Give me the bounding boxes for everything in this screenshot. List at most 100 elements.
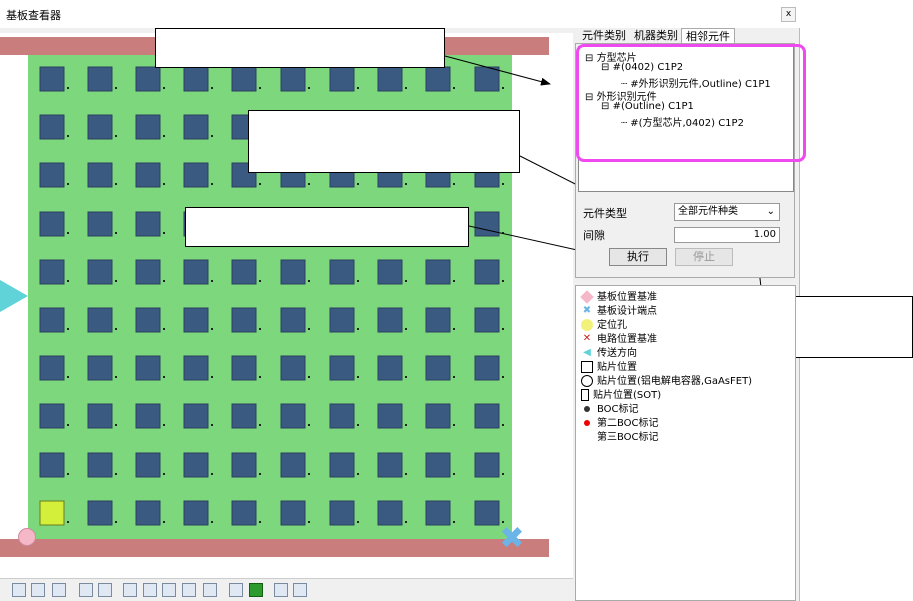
execute-button[interactable]: 执行 bbox=[609, 248, 667, 266]
pad[interactable] bbox=[425, 355, 451, 381]
tab-machine-category[interactable]: 机器类别 bbox=[630, 28, 682, 44]
tab-adjacent-components[interactable]: 相邻元件 bbox=[681, 28, 735, 44]
pad[interactable] bbox=[329, 66, 355, 92]
pad[interactable] bbox=[183, 452, 209, 478]
pad[interactable] bbox=[377, 307, 403, 333]
pad[interactable] bbox=[39, 211, 65, 237]
pad[interactable] bbox=[231, 355, 257, 381]
pad[interactable] bbox=[425, 66, 451, 92]
pad[interactable] bbox=[329, 259, 355, 285]
tab-component-category[interactable]: 元件类别 bbox=[578, 28, 630, 44]
bucket-icon[interactable] bbox=[274, 583, 288, 597]
pad[interactable] bbox=[183, 259, 209, 285]
pad[interactable] bbox=[231, 403, 257, 429]
selected-pad[interactable] bbox=[39, 500, 65, 526]
pad[interactable] bbox=[135, 452, 161, 478]
pad[interactable] bbox=[183, 355, 209, 381]
pad[interactable] bbox=[377, 500, 403, 526]
pad[interactable] bbox=[377, 355, 403, 381]
pad[interactable] bbox=[135, 259, 161, 285]
pad[interactable] bbox=[39, 162, 65, 188]
pad[interactable] bbox=[231, 66, 257, 92]
pad[interactable] bbox=[87, 259, 113, 285]
pad[interactable] bbox=[231, 259, 257, 285]
chip-icon[interactable] bbox=[229, 583, 243, 597]
pad[interactable] bbox=[87, 307, 113, 333]
copy-icon[interactable] bbox=[293, 583, 307, 597]
pad[interactable] bbox=[329, 452, 355, 478]
pad[interactable] bbox=[231, 500, 257, 526]
pad[interactable] bbox=[231, 452, 257, 478]
pad[interactable] bbox=[377, 259, 403, 285]
pad[interactable] bbox=[135, 114, 161, 140]
pad[interactable] bbox=[183, 403, 209, 429]
grid-icon[interactable] bbox=[31, 583, 45, 597]
pad[interactable] bbox=[474, 355, 500, 381]
pad[interactable] bbox=[425, 500, 451, 526]
component-type-select[interactable]: 全部元件种类 ⌄ bbox=[674, 203, 780, 221]
clip-icon[interactable] bbox=[79, 583, 93, 597]
pad[interactable] bbox=[377, 66, 403, 92]
pad[interactable] bbox=[135, 355, 161, 381]
pad[interactable] bbox=[87, 211, 113, 237]
pad[interactable] bbox=[280, 403, 306, 429]
pad[interactable] bbox=[329, 307, 355, 333]
component-view-icon[interactable] bbox=[249, 583, 263, 597]
pad[interactable] bbox=[280, 452, 306, 478]
zoom-plus-icon[interactable] bbox=[182, 583, 196, 597]
pad[interactable] bbox=[329, 355, 355, 381]
pad[interactable] bbox=[87, 452, 113, 478]
pad[interactable] bbox=[425, 259, 451, 285]
pad[interactable] bbox=[39, 307, 65, 333]
pad[interactable] bbox=[280, 66, 306, 92]
pad[interactable] bbox=[135, 162, 161, 188]
zoom-area-icon[interactable] bbox=[162, 583, 176, 597]
pad[interactable] bbox=[135, 500, 161, 526]
pad[interactable] bbox=[425, 307, 451, 333]
pad[interactable] bbox=[87, 66, 113, 92]
pad[interactable] bbox=[183, 307, 209, 333]
pad[interactable] bbox=[39, 66, 65, 92]
pad[interactable] bbox=[87, 355, 113, 381]
pad[interactable] bbox=[135, 66, 161, 92]
pad[interactable] bbox=[231, 307, 257, 333]
pad[interactable] bbox=[39, 355, 65, 381]
zoom-fit-icon[interactable] bbox=[203, 583, 217, 597]
pad[interactable] bbox=[474, 403, 500, 429]
pad[interactable] bbox=[87, 500, 113, 526]
pad[interactable] bbox=[474, 259, 500, 285]
pad[interactable] bbox=[39, 403, 65, 429]
move-icon[interactable] bbox=[52, 583, 66, 597]
pad[interactable] bbox=[135, 307, 161, 333]
pad[interactable] bbox=[474, 307, 500, 333]
zoom-in-icon[interactable] bbox=[123, 583, 137, 597]
pad[interactable] bbox=[474, 211, 500, 237]
pad[interactable] bbox=[280, 307, 306, 333]
pad[interactable] bbox=[377, 403, 403, 429]
pad[interactable] bbox=[474, 452, 500, 478]
zoom-out-icon[interactable] bbox=[143, 583, 157, 597]
pad[interactable] bbox=[329, 403, 355, 429]
stop-button[interactable]: 停止 bbox=[675, 248, 733, 266]
pad[interactable] bbox=[280, 500, 306, 526]
pad[interactable] bbox=[87, 162, 113, 188]
pad[interactable] bbox=[183, 114, 209, 140]
pad[interactable] bbox=[39, 114, 65, 140]
pad[interactable] bbox=[39, 259, 65, 285]
pad[interactable] bbox=[39, 452, 65, 478]
pad[interactable] bbox=[87, 114, 113, 140]
gap-input[interactable]: 1.00 bbox=[674, 227, 780, 243]
pad[interactable] bbox=[280, 355, 306, 381]
pad[interactable] bbox=[135, 211, 161, 237]
pad[interactable] bbox=[474, 500, 500, 526]
pad[interactable] bbox=[183, 66, 209, 92]
pad[interactable] bbox=[135, 403, 161, 429]
pad[interactable] bbox=[280, 259, 306, 285]
pad[interactable] bbox=[329, 500, 355, 526]
pad[interactable] bbox=[425, 403, 451, 429]
close-button[interactable]: x bbox=[781, 7, 796, 22]
pad[interactable] bbox=[183, 162, 209, 188]
clip-alt-icon[interactable] bbox=[98, 583, 112, 597]
pad[interactable] bbox=[377, 452, 403, 478]
image-icon[interactable] bbox=[12, 583, 26, 597]
